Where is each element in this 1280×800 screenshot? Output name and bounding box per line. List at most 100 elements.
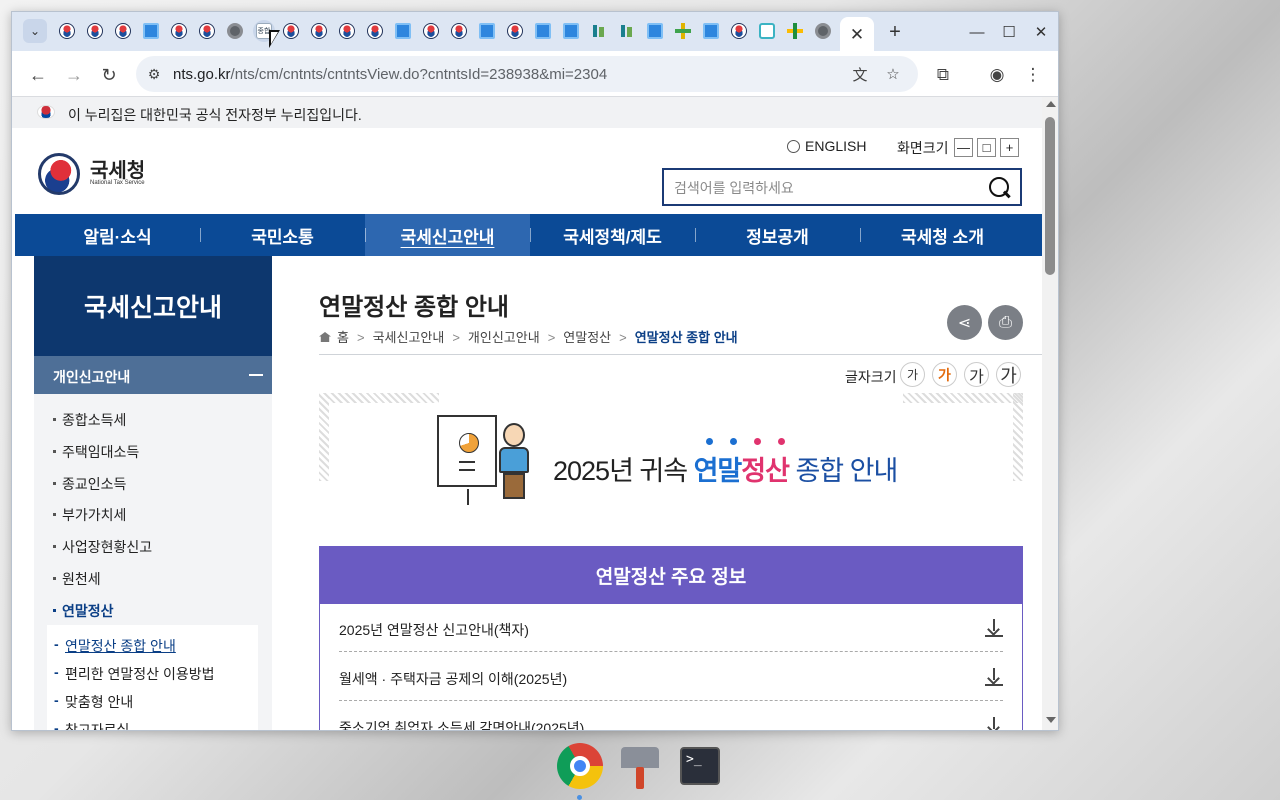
tab[interactable] [393,21,413,41]
lnb-item[interactable]: 연말정산 [53,601,114,621]
tab[interactable] [197,21,217,41]
tab[interactable] [85,21,105,41]
lnb-subitem[interactable]: 편리한 연말정산 이용방법 [54,664,215,684]
info-row[interactable]: 중소기업 취업자 소득세 감면안내(2025년) [339,702,1003,730]
search-icon[interactable] [988,176,1012,200]
lnb-item[interactable]: 부가가치세 [52,505,126,525]
tab[interactable] [309,21,329,41]
tab[interactable] [729,21,749,41]
page-title: 연말정산 종합 안내 [319,294,509,321]
info-row-title[interactable]: 중소기업 취업자 소득세 감면안내(2025년) [339,718,584,730]
reload-button[interactable]: ↻ [96,62,122,88]
close-window-button[interactable]: ✕ [1029,20,1053,44]
tab[interactable] [477,21,497,41]
tab[interactable] [673,21,693,41]
share-button[interactable]: ⋖ [947,305,982,340]
terminal-app[interactable]: >_ [677,743,723,789]
tab[interactable] [365,21,385,41]
tab[interactable] [785,21,805,41]
zoom-in-button[interactable]: + [1000,138,1019,157]
forward-button[interactable]: → [61,62,87,88]
tab[interactable] [617,21,637,41]
chrome-app[interactable] [557,743,603,789]
tab[interactable] [113,21,133,41]
gnb-item[interactable]: 국세정책/제도 [530,214,695,256]
info-row-title[interactable]: 2025년 연말정산 신고안내(책자) [339,620,529,640]
tab[interactable] [57,21,77,41]
new-tab-button[interactable]: + [883,20,907,44]
download-icon[interactable] [985,619,1003,637]
back-button[interactable]: ← [25,62,51,88]
scroll-up-arrow[interactable] [1046,101,1056,107]
tab[interactable] [141,21,161,41]
download-icon[interactable] [985,717,1003,730]
bookmark-star-icon[interactable]: ☆ [881,62,905,86]
lnb-item[interactable]: 원천세 [53,569,101,589]
english-link[interactable]: ENGLISH [805,138,866,154]
globe-favicon-icon [227,23,243,39]
gnb-item[interactable]: 정보공개 [695,214,860,256]
profile-icon[interactable]: ◉ [984,62,1010,88]
download-icon[interactable] [985,668,1003,686]
scroll-thumb[interactable] [1045,117,1055,275]
gnb-item[interactable]: 국세청 소개 [860,214,1025,256]
tab[interactable] [505,21,525,41]
search-input[interactable] [674,178,974,198]
font-size-button[interactable]: 가 [900,362,925,387]
tab[interactable] [421,21,441,41]
tab[interactable] [589,21,609,41]
scroll-down-arrow[interactable] [1046,717,1056,723]
info-row[interactable]: 2025년 연말정산 신고안내(책자) [339,604,1003,652]
page-scrollbar[interactable] [1042,97,1058,730]
tab[interactable] [225,21,245,41]
address-bar[interactable]: ⚙ nts.go.kr/nts/cm/cntnts/cntntsView.do?… [136,56,918,92]
url-text[interactable]: nts.go.kr/nts/cm/cntnts/cntntsView.do?cn… [173,66,607,83]
font-size-button[interactable]: 가 [964,362,989,387]
tools-app[interactable] [617,743,663,789]
tab[interactable] [561,21,581,41]
tab[interactable] [449,21,469,41]
breadcrumb-item[interactable]: 국세신고안내 [373,330,445,345]
gnb-item[interactable]: 알림·소식 [35,214,200,256]
menu-icon[interactable]: ⋮ [1020,62,1046,88]
lnb-subitem[interactable]: 맞춤형 안내 [54,692,133,712]
tab[interactable] [813,21,833,41]
breadcrumb-item[interactable]: 홈 [337,330,349,345]
zoom-out-button[interactable]: — [954,138,973,157]
lnb-item[interactable]: 종합소득세 [52,410,126,430]
tab[interactable] [169,21,189,41]
translate-icon[interactable]: 文 [848,62,872,86]
lnb-item[interactable]: 사업장현황신고 [52,537,152,557]
tab[interactable] [281,21,301,41]
tab[interactable] [757,21,777,41]
lnb-section-header[interactable]: 개인신고안내 [34,356,272,394]
lnb-item[interactable]: 주택임대소득 [52,442,139,462]
gnb-item[interactable]: 국세신고안내 [365,214,530,256]
tab[interactable] [533,21,553,41]
zoom-reset-button[interactable]: □ [977,138,996,157]
tab[interactable] [337,21,357,41]
tab[interactable] [645,21,665,41]
tab[interactable] [701,21,721,41]
lnb-subitem[interactable]: 연말정산 종합 안내 [54,636,176,656]
lnb-subitem[interactable]: 참고자료실 [54,720,129,730]
gnb-item[interactable]: 국민소통 [200,214,365,256]
breadcrumb-item[interactable]: 연말정산 [563,330,611,345]
site-info-icon[interactable]: ⚙ [142,62,166,86]
tab-search-button[interactable]: ⌄ [23,19,47,43]
info-box: 연말정산 주요 정보 2025년 연말정산 신고안내(책자) 월세액 · 주택자금… [319,546,1023,730]
minimize-button[interactable]: — [965,20,989,44]
info-row-title[interactable]: 월세액 · 주택자금 공제의 이해(2025년) [339,669,567,689]
font-size-button[interactable]: 가 [932,362,957,387]
info-row[interactable]: 월세액 · 주택자금 공제의 이해(2025년) [339,653,1003,701]
tab-active[interactable]: ✕ [840,17,874,51]
nts-favicon-icon [59,23,75,39]
breadcrumb-item[interactable]: 개인신고안내 [468,330,540,345]
maximize-button[interactable]: ☐ [997,20,1021,44]
print-button[interactable]: ⎙ [988,305,1023,340]
extensions-icon[interactable]: ⧉ [930,62,956,88]
font-size-button[interactable]: 가 [996,362,1021,387]
close-icon[interactable]: ✕ [850,26,864,43]
nts-logo[interactable]: 국세청 National Tax Service [38,153,148,197]
lnb-item[interactable]: 종교인소득 [52,474,126,494]
